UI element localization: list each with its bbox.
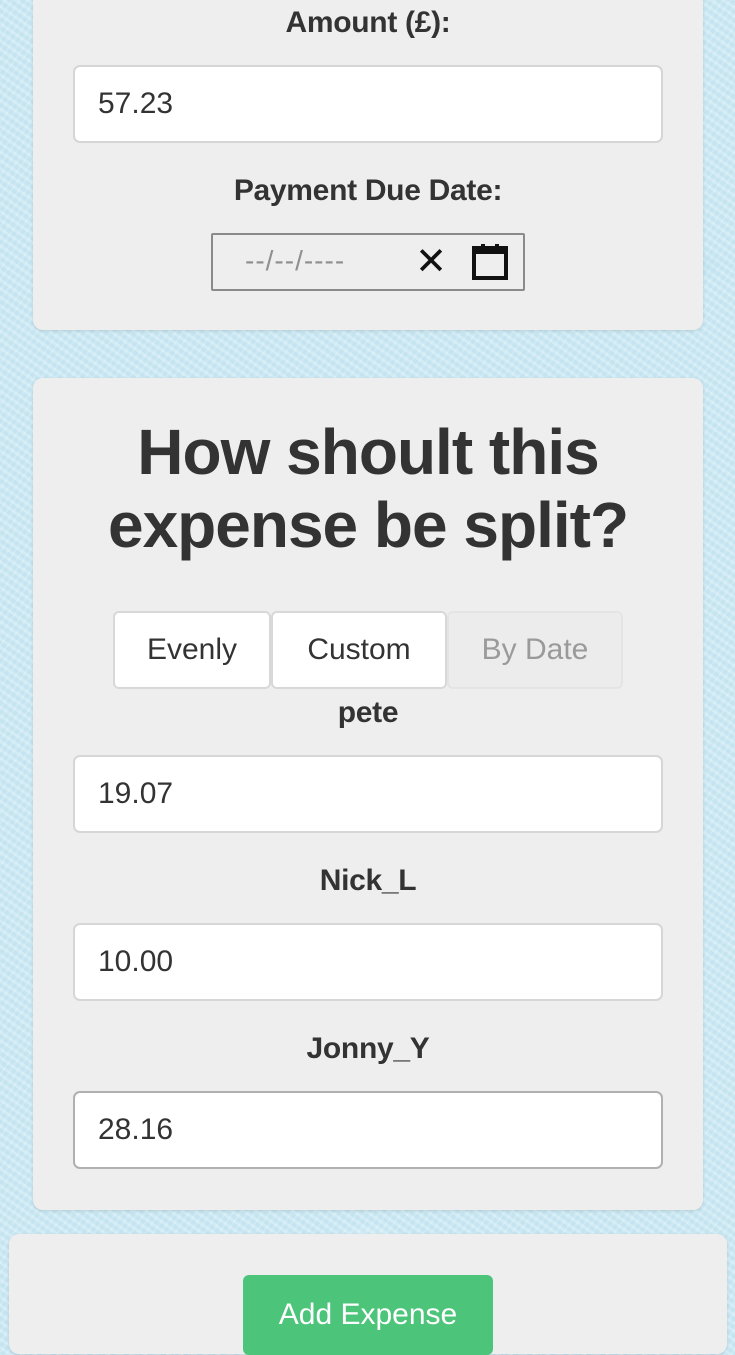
split-heading-line-2: expense be split?	[107, 489, 629, 561]
member-amount-input[interactable]	[73, 1091, 663, 1169]
member-amount-input[interactable]	[73, 755, 663, 833]
amount-label: Amount (£):	[285, 6, 451, 39]
member-amount-input[interactable]	[73, 923, 663, 1001]
split-evenly-button[interactable]: Evenly	[113, 611, 271, 689]
member-name-label: Nick_L	[319, 864, 417, 897]
split-custom-button[interactable]: Custom	[271, 611, 447, 689]
add-expense-button[interactable]: Add Expense	[243, 1275, 493, 1355]
due-date-input[interactable]: --/--/---- ✕	[211, 233, 525, 291]
expense-details-card: Amount (£): Payment Due Date: --/--/----…	[33, 0, 703, 330]
due-date-placeholder: --/--/----	[245, 245, 346, 276]
due-date-label: Payment Due Date:	[233, 174, 503, 207]
calendar-icon[interactable]	[471, 242, 509, 282]
split-card: How shoult this expense be split? Evenly…	[33, 378, 703, 1210]
split-heading: How shoult this expense be split?	[33, 416, 703, 562]
close-icon[interactable]: ✕	[413, 242, 449, 282]
amount-input[interactable]	[73, 65, 663, 143]
submit-card: Add Expense	[9, 1234, 727, 1355]
split-by-date-button: By Date	[447, 611, 623, 689]
member-name-label: pete	[337, 696, 399, 729]
split-heading-line-1: How shoult this	[137, 416, 599, 488]
member-name-label: Jonny_Y	[306, 1032, 430, 1065]
